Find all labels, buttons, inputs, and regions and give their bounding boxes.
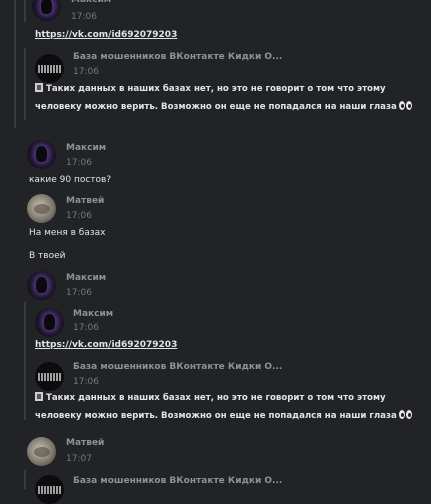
message-time: 17:06 — [73, 323, 99, 333]
pushpin-icon — [35, 392, 43, 401]
avatar[interactable] — [27, 437, 56, 466]
forward-bar — [24, 0, 26, 22]
message-text: На меня в базах — [29, 228, 106, 238]
group-avatar[interactable] — [35, 362, 64, 391]
sender-name[interactable]: Максим — [73, 309, 113, 319]
message-time: 17:06 — [66, 211, 92, 221]
message-time: 17:07 — [66, 454, 92, 464]
message-text: какие 90 постов? — [29, 175, 112, 185]
eyes-icon — [398, 410, 412, 419]
forward-bar — [24, 48, 26, 120]
sender-name[interactable]: Максим — [66, 143, 106, 153]
group-reply-text: Таких данных в наших базах нет, но это н… — [35, 389, 412, 425]
message-time: 17:06 — [66, 158, 92, 168]
avatar[interactable] — [32, 0, 61, 21]
message-time: 17:06 — [73, 67, 99, 77]
group-name[interactable]: База мошенников ВКонтакте Кидки О... — [73, 52, 282, 62]
avatar[interactable] — [27, 140, 56, 169]
message-time: 17:06 — [73, 377, 99, 387]
group-avatar[interactable] — [35, 54, 64, 83]
group-reply-text: Таких данных в наших базах нет, но это н… — [35, 80, 412, 116]
eyes-icon — [398, 101, 412, 110]
avatar[interactable] — [27, 271, 56, 300]
sender-name[interactable]: Максим — [71, 0, 111, 5]
sender-name[interactable]: Матвей — [66, 196, 104, 206]
avatar[interactable] — [27, 194, 56, 223]
forward-bar — [24, 470, 26, 489]
group-name[interactable]: База мошенников ВКонтакте Кидки О... — [73, 362, 282, 372]
avatar[interactable] — [35, 308, 64, 337]
group-name[interactable]: База мошенников ВКонтакте Кидки О... — [73, 476, 282, 486]
sender-name[interactable]: Максим — [66, 273, 106, 283]
group-avatar[interactable] — [35, 475, 64, 504]
forward-bar — [24, 355, 26, 420]
message-time: 17:06 — [71, 12, 97, 22]
profile-link[interactable]: https://vk.com/id692079203 — [35, 340, 177, 350]
forward-bar — [14, 0, 16, 128]
profile-link[interactable]: https://vk.com/id692079203 — [35, 30, 177, 40]
message-text: В твоей — [29, 251, 66, 261]
pushpin-icon — [35, 83, 43, 92]
sender-name[interactable]: Матвей — [66, 438, 104, 448]
message-time: 17:06 — [66, 288, 92, 298]
